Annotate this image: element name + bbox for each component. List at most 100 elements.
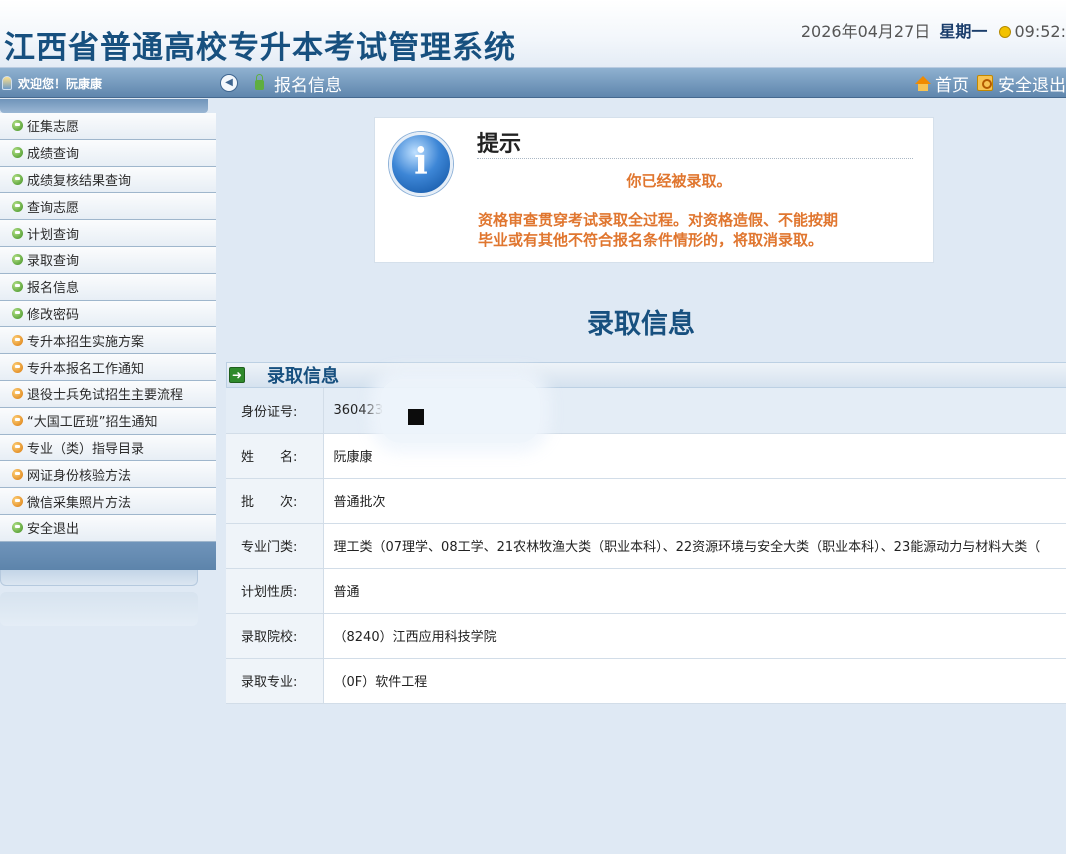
- sidebar-item[interactable]: 报名信息: [0, 273, 216, 301]
- field-label: 批 次:: [226, 478, 324, 524]
- bullet-icon: [12, 200, 23, 212]
- logout-icon: [977, 75, 993, 91]
- logout-label: 安全退出: [998, 75, 1066, 96]
- logout-link[interactable]: 安全退出: [977, 71, 1066, 96]
- sidebar-item-label: 专业（类）指导目录: [27, 441, 145, 457]
- sidebar-item[interactable]: 安全退出: [0, 514, 216, 542]
- table-row: 批 次: 普通批次: [226, 478, 1066, 524]
- clock-icon: [998, 26, 1011, 38]
- notice-divider: [477, 158, 913, 159]
- bullet-icon: [12, 441, 23, 453]
- field-value: 普通: [333, 585, 360, 600]
- sidebar-tab: [0, 591, 198, 626]
- user-icon: [2, 76, 12, 90]
- bullet-icon: [12, 388, 23, 400]
- sidebar-top-bar: [0, 99, 208, 113]
- field-label: 专业门类:: [226, 523, 324, 569]
- bullet-icon: [12, 281, 23, 293]
- admission-panel: ➜ 录取信息 身份证号: 360423 姓 名: 阮康康批 次: 普通批次 专业门类: 理工…: [226, 362, 1066, 704]
- sidebar-item[interactable]: 成绩查询: [0, 139, 216, 167]
- table-row: 专业门类: 理工类（07理学、08工学、21农林牧渔大类（职业本科）、22资源环境…: [226, 523, 1066, 569]
- field-value: 阮康康: [333, 450, 373, 465]
- sidebar-item-label: 退役士兵免试招生主要流程: [27, 388, 184, 404]
- field-value-cell: 普通批次: [323, 478, 1066, 524]
- current-date: 2026年04月27日: [800, 22, 931, 41]
- panel-title: 录取信息: [267, 366, 339, 387]
- field-label: 录取院校:: [226, 613, 324, 659]
- admission-message: 你已经被录取。: [626, 172, 732, 190]
- table-row: 计划性质: 普通: [226, 568, 1066, 614]
- bullet-icon: [12, 147, 23, 159]
- field-value-cell: 理工类（07理学、08工学、21农林牧渔大类（职业本科）、22资源环境与安全大类…: [323, 523, 1066, 569]
- privacy-blur: [380, 379, 540, 443]
- current-weekday: 星期一: [939, 22, 988, 41]
- sidebar-toggle-button[interactable]: ◀: [220, 74, 238, 92]
- sidebar-item[interactable]: “大国工匠班”招生通知: [0, 407, 216, 435]
- sidebar-item-label: “大国工匠班”招生通知: [27, 415, 158, 431]
- current-time: 09:52:: [1014, 22, 1066, 41]
- field-value: （0F）软件工程: [333, 675, 428, 690]
- bullet-icon: [12, 522, 23, 534]
- field-label: 身份证号:: [226, 388, 324, 434]
- top-navbar: 欢迎您！阮康康 ◀ 报名信息 首页 安全退出: [0, 68, 1066, 98]
- breadcrumb: 报名信息: [255, 68, 342, 98]
- notice-title: 提示: [477, 132, 522, 157]
- table-row: 姓 名: 阮康康: [226, 433, 1066, 479]
- sidebar-item[interactable]: 成绩复核结果查询: [0, 166, 216, 194]
- bullet-icon: [12, 120, 23, 132]
- top-links: 首页 安全退出: [907, 68, 1066, 98]
- sidebar-item-label: 查询志愿: [27, 200, 80, 216]
- warning-line: 资格审查贯穿考试录取全过程。对资格造假、不能按期: [478, 211, 839, 229]
- sidebar-item[interactable]: 微信采集照片方法: [0, 488, 216, 515]
- welcome-area: 欢迎您！阮康康: [0, 68, 216, 98]
- sidebar-menu: 征集志愿 成绩查询 成绩复核结果查询 查询志愿 计划查询 录取查询 报名信息 修改密码 专升本招…: [0, 99, 216, 854]
- table-row: 录取专业: （0F）软件工程: [226, 658, 1066, 704]
- sidebar-item[interactable]: 计划查询: [0, 220, 216, 247]
- sidebar-item-label: 安全退出: [27, 522, 80, 538]
- field-value: 普通批次: [333, 495, 386, 510]
- field-value-cell: （8240）江西应用科技学院: [323, 613, 1066, 659]
- bullet-icon: [12, 254, 23, 266]
- sidebar-item[interactable]: 网证身份核验方法: [0, 461, 216, 489]
- home-link[interactable]: 首页: [915, 71, 969, 96]
- sidebar-item-label: 计划查询: [27, 227, 80, 243]
- field-value: （8240）江西应用科技学院: [333, 630, 497, 645]
- field-value-cell: （0F）软件工程: [323, 658, 1066, 704]
- panel-header: ➜ 录取信息: [226, 362, 1066, 388]
- bullet-icon: [12, 495, 23, 507]
- breadcrumb-current: 报名信息: [274, 75, 342, 96]
- home-icon: [915, 75, 931, 91]
- sidebar-item[interactable]: 征集志愿: [0, 113, 216, 140]
- sidebar-item-label: 报名信息: [27, 281, 80, 297]
- arrow-right-icon: ➜: [229, 367, 245, 383]
- bullet-icon: [12, 415, 23, 427]
- sidebar-item[interactable]: 录取查询: [0, 246, 216, 274]
- date-time: 2026年04月27日 星期一 09:52:: [801, 18, 1066, 42]
- field-label: 录取专业:: [226, 658, 324, 704]
- sidebar-item[interactable]: 专升本报名工作通知: [0, 354, 216, 381]
- sidebar-footer: [0, 541, 216, 570]
- sidebar-item[interactable]: 查询志愿: [0, 193, 216, 221]
- table-row: 录取院校: （8240）江西应用科技学院: [226, 613, 1066, 659]
- sidebar-item-label: 成绩复核结果查询: [27, 173, 132, 189]
- sidebar-item-label: 征集志愿: [27, 120, 80, 136]
- page-header: 江西省普通高校专升本考试管理系统 2026年04月27日 星期一 09:52:: [0, 0, 1066, 68]
- field-label: 计划性质:: [226, 568, 324, 614]
- field-value: 理工类（07理学、08工学、21农林牧渔大类（职业本科）、22资源环境与安全大类…: [333, 540, 1041, 555]
- sidebar-item[interactable]: 专业（类）指导目录: [0, 434, 216, 462]
- field-value-cell: 普通: [323, 568, 1066, 614]
- table-row: 身份证号: 360423: [226, 388, 1066, 434]
- sidebar-item-label: 录取查询: [27, 254, 80, 270]
- bullet-icon: [12, 227, 23, 239]
- home-label: 首页: [935, 75, 969, 96]
- sidebar-item-label: 专升本报名工作通知: [27, 361, 145, 377]
- sidebar-item[interactable]: 退役士兵免试招生主要流程: [0, 380, 216, 408]
- notice-box: i 提示 你已经被录取。 资格审查贯穿考试录取全过程。对资格造假、不能按期 毕业…: [374, 117, 934, 263]
- sidebar-item-label: 微信采集照片方法: [27, 495, 132, 511]
- sidebar-item-label: 网证身份核验方法: [27, 468, 132, 484]
- admission-table: 身份证号: 360423 姓 名: 阮康康批 次: 普通批次 专业门类: 理工类（07理学、…: [226, 388, 1066, 704]
- sidebar-item-label: 成绩查询: [27, 147, 80, 163]
- bullet-icon: [12, 361, 23, 373]
- bullet-icon: [12, 173, 23, 185]
- redaction-mark: [408, 409, 424, 425]
